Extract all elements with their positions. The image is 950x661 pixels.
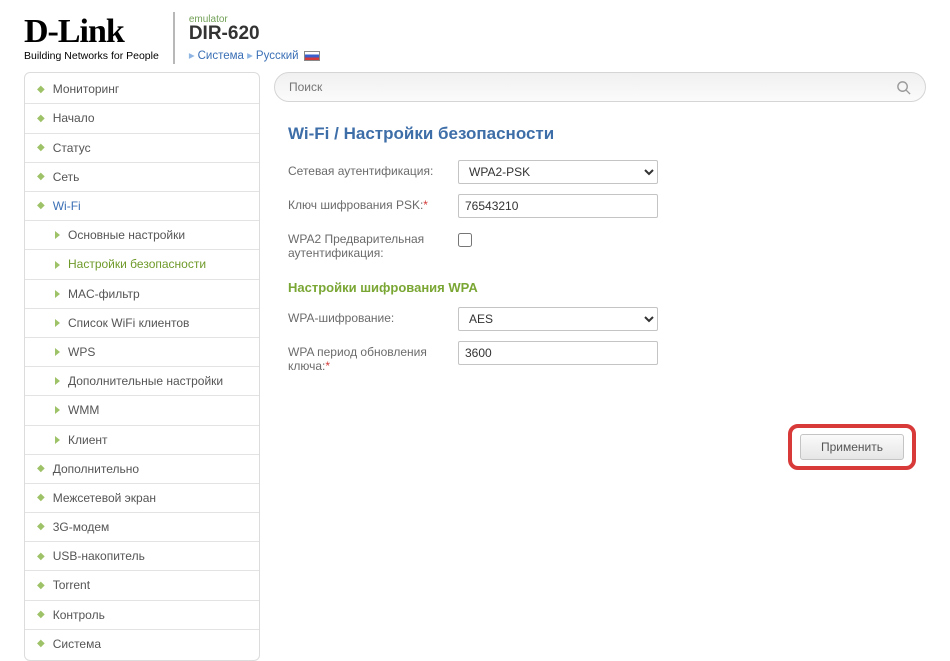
apply-button[interactable]: Применить (800, 434, 904, 460)
main-content: Wi-Fi / Настройки безопасности Сетевая а… (274, 72, 926, 478)
apply-highlight: Применить (788, 424, 916, 470)
enc-select[interactable]: AES (458, 307, 658, 331)
header: D-Link Building Networks for People emul… (24, 0, 926, 72)
model-label: DIR-620 (189, 23, 320, 45)
sidebar-item-control[interactable]: ◆Контроль (25, 601, 259, 630)
logo: D-Link Building Networks for People (24, 12, 159, 66)
preauth-label: WPA2 Предварительная аутентификация: (288, 228, 458, 260)
sidebar-item-status[interactable]: ◆Статус (25, 134, 259, 163)
divider (173, 12, 175, 64)
sidebar-item-system[interactable]: ◆Система (25, 630, 259, 658)
wpa-section-title: Настройки шифрования WPA (288, 280, 912, 295)
sidebar-sub-wps[interactable]: WPS (25, 338, 259, 367)
page-title: Wi-Fi / Настройки безопасности (288, 124, 912, 144)
sidebar-item-start[interactable]: ◆Начало (25, 104, 259, 133)
sidebar-item-advanced[interactable]: ◆Дополнительно (25, 455, 259, 484)
rekey-input[interactable] (458, 341, 658, 365)
nav-language[interactable]: Русский (256, 50, 299, 62)
top-nav: ▸Система ▸Русский (189, 48, 320, 62)
logo-tagline: Building Networks for People (24, 50, 159, 62)
rekey-label: WPA период обновления ключа:* (288, 341, 458, 373)
sidebar: ◆Мониторинг ◆Начало ◆Статус ◆Сеть ◆Wi-Fi… (24, 72, 260, 661)
enc-label: WPA-шифрование: (288, 307, 458, 325)
search-bar (274, 72, 926, 102)
search-input[interactable] (289, 80, 849, 94)
sidebar-item-network[interactable]: ◆Сеть (25, 163, 259, 192)
flag-icon (304, 51, 320, 61)
sidebar-sub-macfilter[interactable]: MAC-фильтр (25, 280, 259, 309)
auth-label: Сетевая аутентификация: (288, 160, 458, 178)
sidebar-item-firewall[interactable]: ◆Межсетевой экран (25, 484, 259, 513)
sidebar-sub-clients[interactable]: Список WiFi клиентов (25, 309, 259, 338)
psk-label: Ключ шифрования PSK:* (288, 194, 458, 212)
sidebar-item-monitoring[interactable]: ◆Мониторинг (25, 75, 259, 104)
sidebar-item-3g[interactable]: ◆3G-модем (25, 513, 259, 542)
sidebar-sub-basic[interactable]: Основные настройки (25, 221, 259, 250)
preauth-checkbox[interactable] (458, 233, 472, 247)
sidebar-item-wifi[interactable]: ◆Wi-Fi (25, 192, 259, 221)
sidebar-sub-security[interactable]: Настройки безопасности (25, 250, 259, 279)
auth-select[interactable]: WPA2-PSK (458, 160, 658, 184)
sidebar-item-torrent[interactable]: ◆Torrent (25, 571, 259, 600)
logo-text: D-Link (24, 16, 159, 48)
sidebar-sub-client[interactable]: Клиент (25, 426, 259, 455)
psk-input[interactable] (458, 194, 658, 218)
nav-system[interactable]: Система (198, 50, 244, 62)
search-icon[interactable] (896, 80, 911, 95)
sidebar-sub-wmm[interactable]: WMM (25, 396, 259, 425)
sidebar-sub-advanced[interactable]: Дополнительные настройки (25, 367, 259, 396)
sidebar-item-usb[interactable]: ◆USB-накопитель (25, 542, 259, 571)
